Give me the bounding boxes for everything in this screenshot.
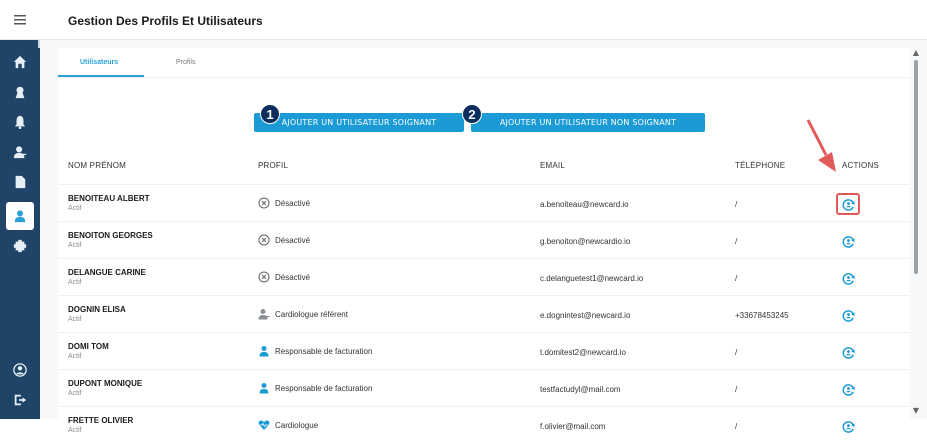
table-row[interactable]: DOGNIN ELISA Actif Cardiologue référent e.d… bbox=[58, 295, 910, 332]
document-icon[interactable] bbox=[6, 168, 34, 196]
user-name: DUPONT MONIQUE bbox=[68, 379, 143, 388]
table-row[interactable]: FRETTE OLIVIER Actif Cardiologue f.olivier@… bbox=[58, 406, 910, 443]
user-name: BENOITON GEORGES bbox=[68, 231, 153, 240]
tab-profils[interactable]: Profils bbox=[176, 59, 195, 66]
cross-circle-icon bbox=[258, 234, 270, 246]
settings-icon[interactable] bbox=[6, 232, 34, 260]
user-phone: / bbox=[735, 200, 738, 209]
header-name: NOM PRÉNOM bbox=[68, 161, 126, 170]
header-phone: TÉLÉPHONE bbox=[735, 161, 786, 170]
edit-user-icon[interactable] bbox=[836, 230, 860, 252]
step-badge-2: 2 bbox=[462, 104, 482, 124]
user-status: Actif bbox=[68, 205, 82, 212]
users-icon[interactable] bbox=[6, 202, 34, 230]
top-bar: Gestion Des Profils Et Utilisateurs bbox=[0, 0, 927, 40]
user-status: Actif bbox=[68, 353, 82, 360]
cross-circle-icon bbox=[258, 271, 270, 283]
user-status: Actif bbox=[68, 242, 82, 249]
table-row[interactable]: BENOITEAU ALBERT Actif Désactivé a.benoitea… bbox=[58, 184, 910, 221]
user-email: a.benoiteau@newcard.io bbox=[540, 200, 629, 209]
user-email: f.olivier@mail.com bbox=[540, 422, 606, 431]
user-status: Actif bbox=[68, 427, 82, 434]
add-non-soignant-button[interactable]: AJOUTER UN UTILISATEUR NON SOIGNANT bbox=[471, 113, 705, 132]
user-phone: / bbox=[735, 237, 738, 246]
user-status: Actif bbox=[68, 279, 82, 286]
heart-pulse-icon bbox=[258, 419, 270, 431]
main-content: Utilisateurs Profils AJOUTER UN UTILISAT… bbox=[40, 40, 927, 434]
user-profil: Responsable de facturation bbox=[258, 345, 372, 357]
user-email: g.benoiton@newcardio.io bbox=[540, 237, 631, 246]
user-doctor-icon[interactable] bbox=[6, 138, 34, 166]
active-tab-indicator bbox=[58, 75, 144, 77]
edit-user-icon[interactable] bbox=[836, 341, 860, 363]
user-status: Actif bbox=[68, 316, 82, 323]
edit-user-icon[interactable] bbox=[836, 304, 860, 326]
tabs-bar: Utilisateurs Profils bbox=[58, 48, 910, 78]
user-name: BENOITEAU ALBERT bbox=[68, 194, 150, 203]
user-doctor-icon bbox=[258, 308, 270, 320]
header-profil: PROFIL bbox=[258, 161, 289, 170]
hamburger-icon[interactable] bbox=[0, 0, 40, 40]
user-phone: / bbox=[735, 348, 738, 357]
person-icon bbox=[258, 382, 270, 394]
tab-utilisateurs[interactable]: Utilisateurs bbox=[80, 59, 118, 66]
user-profil-label: Cardiologue référent bbox=[275, 309, 348, 319]
user-profil: Cardiologue référent bbox=[258, 308, 348, 320]
user-phone: / bbox=[735, 385, 738, 394]
user-profil: Désactivé bbox=[258, 197, 310, 209]
user-phone: +33678453245 bbox=[735, 311, 789, 320]
user-profil-label: Désactivé bbox=[275, 272, 311, 282]
user-status: Actif bbox=[68, 390, 82, 397]
bell-icon[interactable] bbox=[6, 108, 34, 136]
edit-user-icon[interactable] bbox=[836, 378, 860, 400]
page-title: Gestion Des Profils Et Utilisateurs bbox=[68, 14, 263, 28]
profile-badge-icon[interactable] bbox=[6, 78, 34, 106]
user-name: DELANGUE CARINE bbox=[68, 268, 146, 277]
cross-circle-icon bbox=[258, 197, 270, 209]
user-profil: Cardiologue bbox=[258, 419, 318, 431]
home-icon[interactable] bbox=[6, 48, 34, 76]
users-card: Utilisateurs Profils AJOUTER UN UTILISAT… bbox=[58, 48, 910, 434]
main-scrollbar[interactable]: ▲ ▼ bbox=[909, 46, 921, 419]
user-profil-label: Cardiologue bbox=[275, 420, 319, 430]
scrollbar-thumb[interactable] bbox=[914, 60, 918, 274]
user-email: t.domitest2@newcard.io bbox=[540, 348, 626, 357]
user-name: DOGNIN ELISA bbox=[68, 305, 126, 314]
user-profil: Responsable de facturation bbox=[258, 382, 372, 394]
logout-icon[interactable] bbox=[6, 386, 34, 414]
user-phone: / bbox=[735, 422, 738, 431]
edit-user-icon[interactable] bbox=[836, 415, 860, 437]
user-email: e.dognintest@newcard.io bbox=[540, 311, 631, 320]
scroll-up-icon[interactable]: ▲ bbox=[911, 48, 921, 57]
user-profil-label: Responsable de facturation bbox=[275, 383, 373, 393]
user-profil: Désactivé bbox=[258, 271, 310, 283]
user-profil-label: Responsable de facturation bbox=[275, 346, 373, 356]
edit-user-icon[interactable] bbox=[836, 267, 860, 289]
user-profil: Désactivé bbox=[258, 234, 310, 246]
table-row[interactable]: DUPONT MONIQUE Actif Responsable de factur… bbox=[58, 369, 910, 406]
user-email: testfactudyl@mail.com bbox=[540, 385, 621, 394]
user-name: DOMI TOM bbox=[68, 342, 109, 351]
header-actions: ACTIONS bbox=[842, 161, 879, 170]
table-row[interactable]: DOMI TOM Actif Responsable de facturation t… bbox=[58, 332, 910, 369]
user-profil-label: Désactivé bbox=[275, 198, 311, 208]
user-phone: / bbox=[735, 274, 738, 283]
step-badge-1: 1 bbox=[260, 104, 280, 124]
user-profil-label: Désactivé bbox=[275, 235, 311, 245]
edit-user-icon[interactable] bbox=[836, 193, 860, 215]
sidebar bbox=[0, 40, 40, 419]
scroll-down-icon[interactable]: ▼ bbox=[911, 406, 921, 415]
user-name: FRETTE OLIVIER bbox=[68, 416, 134, 425]
table-row[interactable]: DELANGUE CARINE Actif Désactivé c.delanguet… bbox=[58, 258, 910, 295]
person-icon bbox=[258, 345, 270, 357]
user-email: c.delanguetest1@newcard.io bbox=[540, 274, 644, 283]
table-row[interactable]: BENOITON GEORGES Actif Désactivé g.benoiton… bbox=[58, 221, 910, 258]
add-soignant-button[interactable]: AJOUTER UN UTILISATEUR SOIGNANT bbox=[254, 113, 464, 132]
account-circle-icon[interactable] bbox=[6, 356, 34, 384]
header-email: EMAIL bbox=[540, 161, 566, 170]
